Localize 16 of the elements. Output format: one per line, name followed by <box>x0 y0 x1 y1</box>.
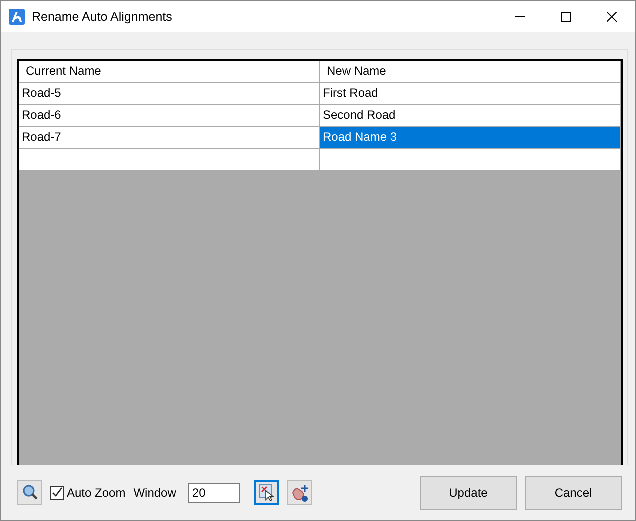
auto-zoom-checkbox[interactable]: Auto Zoom <box>50 486 126 500</box>
update-button[interactable]: Update <box>420 476 517 510</box>
magnifier-icon <box>20 484 38 502</box>
pan-button[interactable] <box>287 480 312 505</box>
window-label: Window <box>134 486 176 500</box>
window-title: Rename Auto Alignments <box>32 10 172 24</box>
window-field[interactable]: 20 <box>188 482 240 502</box>
app-logo-icon <box>9 8 25 24</box>
table-cell[interactable]: Road Name 3 <box>320 127 621 149</box>
close-icon[interactable] <box>607 12 617 22</box>
maximize-icon[interactable] <box>561 12 571 22</box>
check-icon <box>52 487 62 498</box>
cancel-button[interactable]: Cancel <box>525 476 622 510</box>
zoom-button[interactable] <box>17 480 42 505</box>
cursor-icon <box>258 484 275 502</box>
pick-button[interactable] <box>254 480 280 505</box>
